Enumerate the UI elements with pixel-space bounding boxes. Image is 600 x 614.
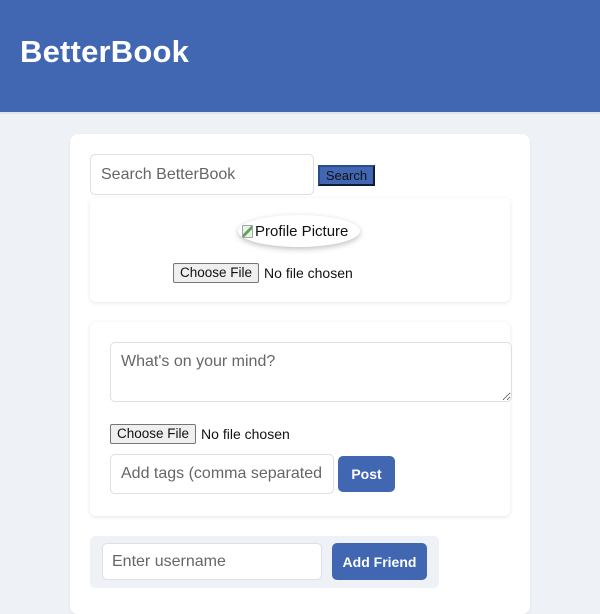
- tags-input[interactable]: [110, 454, 334, 494]
- post-textarea[interactable]: [110, 342, 512, 402]
- add-friend-button[interactable]: Add Friend: [332, 543, 427, 580]
- search-input[interactable]: [90, 154, 314, 195]
- post-file-upload: Choose File No file chosen: [110, 424, 290, 444]
- post-choose-file-button[interactable]: Choose File: [110, 424, 197, 444]
- profile-picture: Profile Picture: [238, 215, 360, 247]
- main-card: Search Profile Picture Choose File No fi…: [70, 134, 530, 614]
- search-button[interactable]: Search: [318, 165, 375, 186]
- site-logo: BetterBook: [20, 34, 190, 69]
- post-composer: Choose File No file chosen Post: [90, 322, 512, 516]
- profile-file-upload: Choose File No file chosen: [173, 263, 353, 283]
- post-file-status: No file chosen: [201, 426, 290, 442]
- top-bar: BetterBook: [0, 0, 600, 114]
- profile-section: Profile Picture Choose File No file chos…: [90, 198, 510, 302]
- username-input[interactable]: [102, 543, 322, 580]
- profile-choose-file-button[interactable]: Choose File: [173, 263, 260, 283]
- profile-picture-alt-text: Profile Picture: [255, 222, 349, 240]
- profile-file-status: No file chosen: [264, 265, 353, 281]
- add-friend-section: Add Friend: [90, 536, 439, 588]
- post-button[interactable]: Post: [338, 456, 395, 492]
- broken-image-icon: [242, 224, 253, 238]
